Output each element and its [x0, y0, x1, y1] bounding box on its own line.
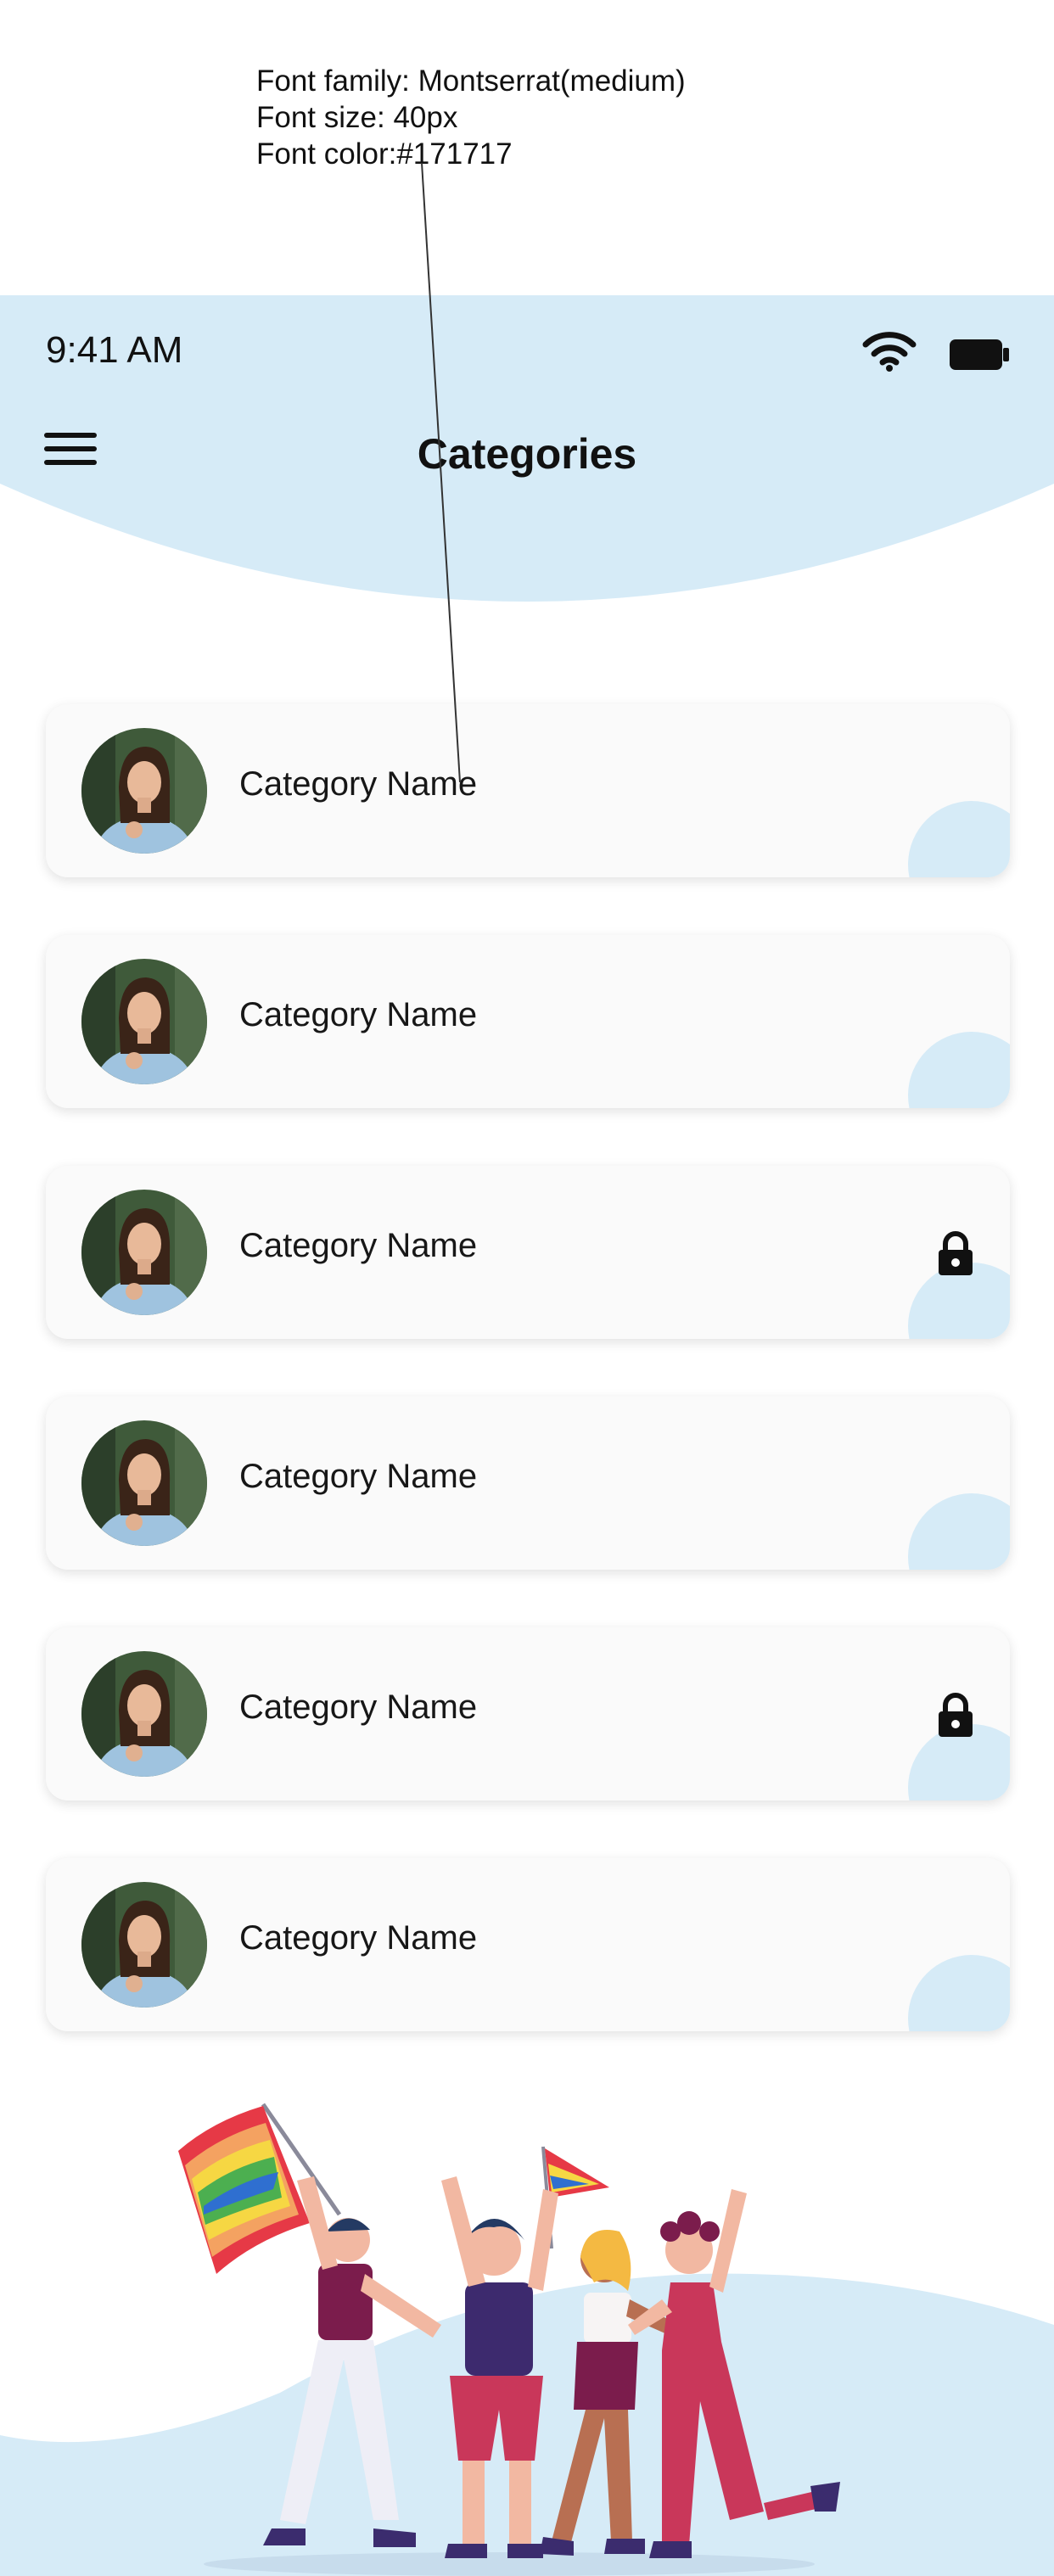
lock-icon: [939, 1693, 973, 1737]
category-card[interactable]: Category Name: [46, 1397, 1010, 1570]
card-decor-blob: [908, 801, 1010, 877]
category-label: Category Name: [239, 1688, 478, 1726]
card-decor-blob: [908, 1493, 1010, 1570]
category-avatar: [81, 959, 207, 1084]
category-card[interactable]: Category Name: [46, 935, 1010, 1108]
category-list: Category Name Category Name Category Nam…: [46, 704, 1010, 2089]
annotation-font-size: Font size: 40px: [256, 101, 458, 134]
category-label: Category Name: [239, 765, 478, 803]
page-title: Categories: [417, 430, 637, 478]
lock-icon: [939, 1231, 973, 1275]
category-card[interactable]: Category Name: [46, 1858, 1010, 2031]
category-card[interactable]: Category Name: [46, 1627, 1010, 1800]
category-card[interactable]: Category Name: [46, 704, 1010, 877]
category-label: Category Name: [239, 1227, 478, 1264]
category-avatar: [81, 1882, 207, 2008]
category-avatar: [81, 1420, 207, 1546]
category-avatar: [81, 728, 207, 854]
card-decor-blob: [908, 1955, 1010, 2031]
category-card[interactable]: Category Name: [46, 1166, 1010, 1339]
category-label: Category Name: [239, 1919, 478, 1957]
annotation-font-family: Font family: Montserrat(medium): [256, 64, 686, 98]
design-annotation: Font family: Montserrat(medium) Font siz…: [256, 63, 686, 172]
category-label: Category Name: [239, 1458, 478, 1495]
status-time: 9:41 AM: [46, 329, 183, 371]
battery-icon: [950, 339, 1009, 370]
card-decor-blob: [908, 1032, 1010, 1108]
category-avatar: [81, 1190, 207, 1315]
category-label: Category Name: [239, 996, 478, 1033]
category-avatar: [81, 1651, 207, 1777]
pride-celebration-illustration: [0, 2103, 1054, 2576]
annotation-font-color: Font color:#171717: [256, 137, 513, 171]
wifi-icon: [862, 332, 917, 372]
